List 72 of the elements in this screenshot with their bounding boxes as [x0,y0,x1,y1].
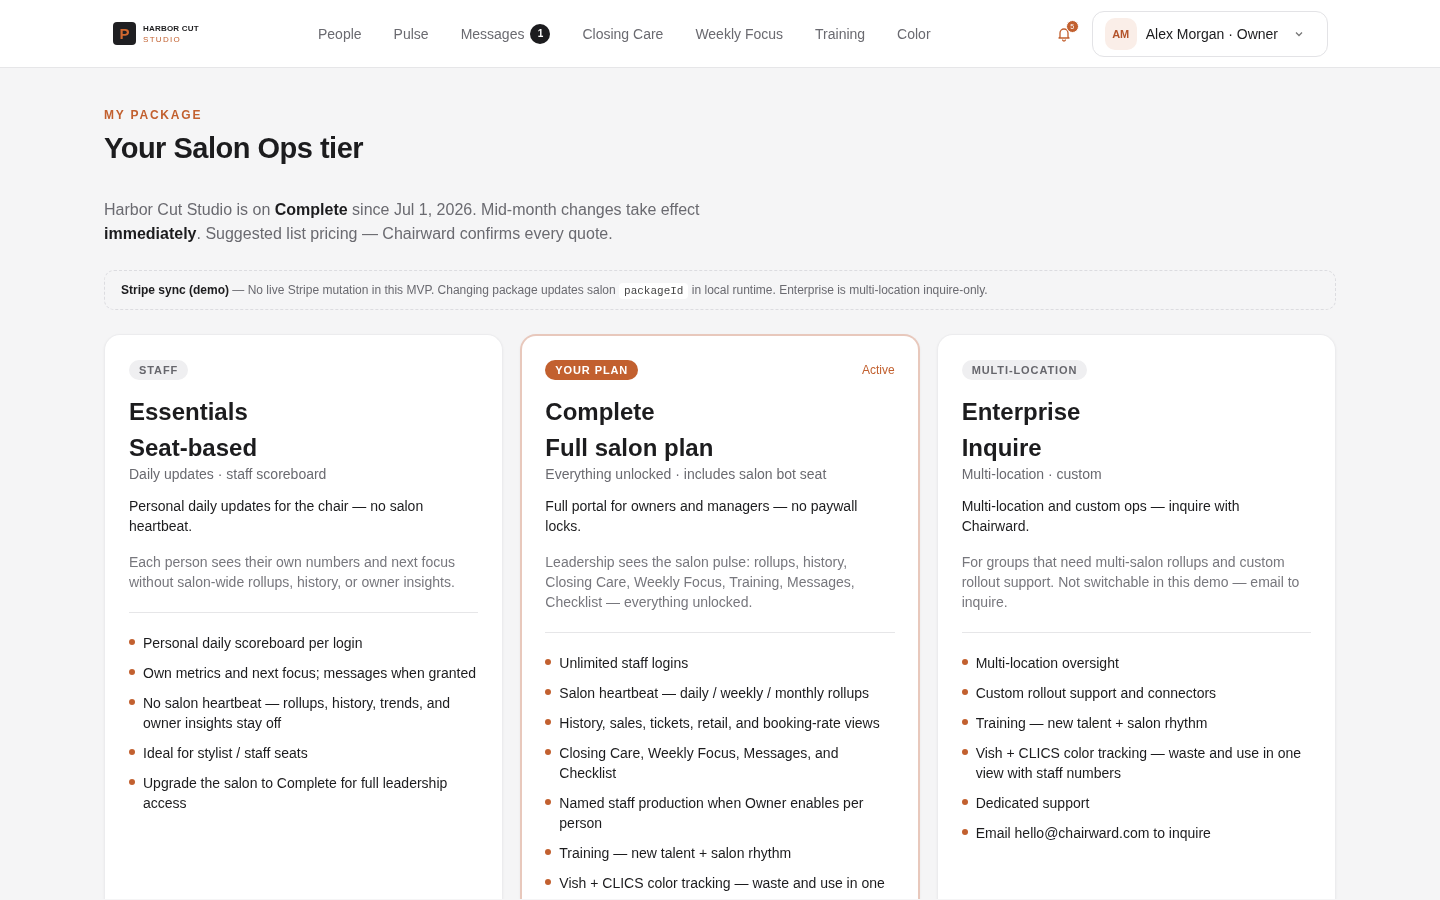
bullet-icon [545,659,552,665]
feature-text: Email hello@chairward.com to inquire [975,824,1211,843]
feature-text: Ideal for stylist / staff seats [143,744,308,763]
nav-link[interactable]: Closing Care [582,25,664,42]
bullet-icon [129,669,135,675]
plan-summary: Personal daily updates for the chair — no salon heartbeat. [129,497,425,536]
plan-name: Essentials [129,398,249,426]
plan-summary: Full portal for owners and managers — no paywall locks. [545,497,859,536]
feature-text: History, sales, tickets, retail, and booking-rate views [559,714,880,733]
plan-tag: YOUR PLAN [545,359,639,380]
feature-text: Training — new talent + salon rhythm [975,714,1208,733]
feature-text: Upgrade the salon to Complete for full leadership access [143,774,449,813]
plan-tag: MULTI-LOCATION [961,359,1088,380]
bullet-icon [545,849,552,855]
plan-description: For groups that need multi-salon rollups and custom rollout support. Not switchable in this demo — email to inquire. [961,553,1301,612]
plan-tag: STAFF [129,359,189,380]
avatar: AM [1104,17,1137,50]
plan-name: Complete [545,398,656,426]
bullet-icon [545,749,552,755]
nav-link[interactable]: Weekly Focus [695,25,784,42]
feature-text: Personal daily scoreboard per login [143,634,363,653]
feature-text: Salon heartbeat — daily / weekly / monthly rollups [559,684,870,703]
plan-description: Each person sees their own numbers and next focus without salon-wide rollups, history, or owner insights. [129,553,457,592]
bullet-icon [961,689,968,695]
brand-name: HARBOR CUT [143,23,199,33]
logo-mark: P [113,22,136,45]
bullet-icon [961,749,968,755]
feature-text: Named staff production when Owner enables per person [559,794,865,833]
bullet-icon [961,799,968,805]
feature-text: Unlimited staff logins [559,654,689,673]
nav-link[interactable]: Messages 1 [460,23,551,44]
account-menu[interactable]: AM Alex Morgan · Owner [1091,10,1328,57]
page-title: Your Salon Ops tier [104,132,365,165]
bullet-icon [129,779,135,785]
plan-meta: Multi-location · custom [961,466,1103,482]
count-badge: 1 [530,23,551,44]
plan-subtitle: Inquire [961,434,1043,462]
bullet-icon [129,699,135,705]
plan-subtitle: Seat-based [129,434,259,462]
plan-subtitle: Full salon plan [545,434,715,462]
bullet-icon [545,689,552,695]
feature-text: Training — new talent + salon rhythm [559,844,792,863]
feature-text: Custom rollout support and connectors [975,684,1217,703]
nav-link[interactable]: Training [815,25,866,42]
intro-text: Harbor Cut Studio is on Complete since Jul 1, 2026. Mid-month changes take effect immediately. Suggested list pricing — Chairward confirms every quote. [104,200,701,244]
feature-text: Multi-location oversight [975,654,1119,673]
bullet-icon [961,659,968,665]
plan-meta: Everything unlocked · includes salon bot seat [545,466,828,482]
bullet-icon [545,879,552,885]
plan-summary: Multi-location and custom ops — inquire with Chairward. [961,497,1241,536]
bullet-icon [961,829,968,835]
brand-subtitle: STUDIO [143,34,183,44]
nav-link[interactable]: People [318,25,362,42]
bullet-icon [129,639,135,645]
feature-text: Own metrics and next focus; messages when granted [143,664,477,683]
bullet-icon [545,799,552,805]
feature-text: No salon heartbeat — rollups, history, trends, and owner insights stay off [143,694,452,733]
bullet-icon [129,749,135,755]
info-text: Stripe sync (demo) — No live Stripe mutation in this MVP. Changing package updates salon packageId in local runtime. Enterprise is multi-location inquire-only. [121,283,989,297]
section-label: MY PACKAGE [104,108,204,122]
nav-link[interactable]: Pulse [393,25,429,42]
plan-description: Leadership sees the salon pulse: rollups, history, Closing Care, Weekly Focus, Training, Messages, Checklist — everything unlocked. [545,553,856,612]
feature-text: Closing Care, Weekly Focus, Messages, and Checklist [559,744,840,783]
bullet-icon [961,719,968,725]
feature-text: Vish + CLICS color tracking — waste and use in one [559,874,885,893]
status-text: Active [861,362,895,377]
feature-text: Dedicated support [975,794,1090,813]
plan-meta: Daily updates · staff scoreboard [129,466,328,482]
bullet-icon [545,719,552,725]
nav-link[interactable]: Color [897,25,931,42]
feature-text: Vish + CLICS color tracking — waste and use in one view with staff numbers [975,744,1303,783]
plan-name: Enterprise [961,398,1082,426]
